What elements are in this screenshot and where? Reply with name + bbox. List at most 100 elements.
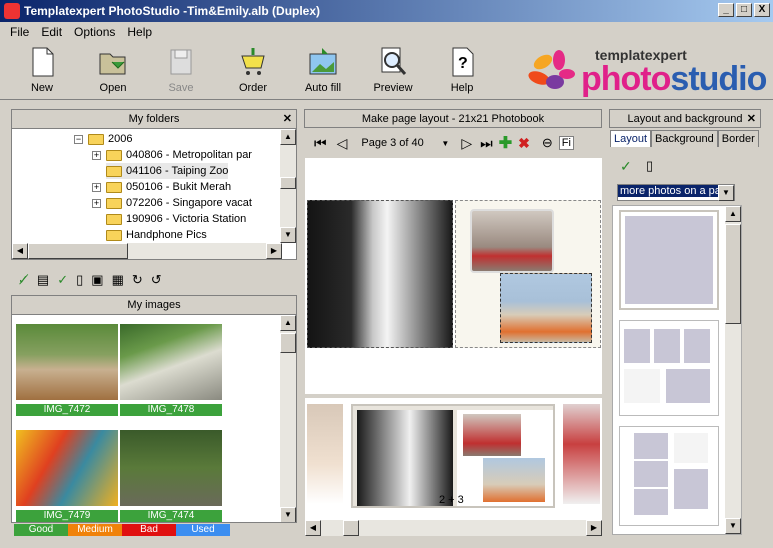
scroll-right-icon[interactable]: ▶ <box>266 243 282 259</box>
folder-icon <box>106 213 122 225</box>
dropdown-arrow-icon[interactable]: ▼ <box>718 185 734 201</box>
menu-edit[interactable]: Edit <box>35 25 68 39</box>
magnifier-icon <box>378 46 408 78</box>
page-select[interactable]: Page 3 of 40 <box>361 137 441 149</box>
collapse-toggle[interactable]: − <box>74 134 83 144</box>
scroll-down-icon[interactable]: ▼ <box>725 518 741 534</box>
autofill-button[interactable]: Auto fill <box>293 46 353 94</box>
open-button[interactable]: Open <box>83 46 143 94</box>
tab-border[interactable]: Border <box>717 130 759 147</box>
photostudio-logo: templatexpert photostudio <box>525 44 767 100</box>
scroll-right-icon[interactable]: ▶ <box>586 520 602 536</box>
scroll-thumb[interactable] <box>343 520 359 536</box>
apply-check-icon[interactable]: ✓ <box>620 158 632 175</box>
right-page-photo-bottom[interactable] <box>500 273 592 343</box>
image-thumb[interactable]: IMG_7478 <box>120 324 222 416</box>
zoom-out-icon[interactable]: ⊖ <box>542 135 553 151</box>
template-option[interactable] <box>619 210 719 310</box>
filmstrip-icon[interactable]: ▦ <box>112 272 124 288</box>
scroll-up-icon[interactable]: ▲ <box>725 206 741 222</box>
dropdown-arrow-icon[interactable]: ▼ <box>441 139 449 148</box>
folders-close-icon[interactable]: ✕ <box>283 110 292 129</box>
scroll-down-icon[interactable]: ▼ <box>280 507 296 522</box>
folder-icon <box>106 165 122 177</box>
template-option[interactable] <box>619 426 719 526</box>
quality-legend: Good Medium Bad Used <box>14 524 230 536</box>
tree-item[interactable]: +050106 - Bukit Merah <box>92 179 231 195</box>
templates-vscroll[interactable]: ▲ ▼ <box>725 206 741 534</box>
tree-item[interactable]: Handphone Pics <box>106 227 207 243</box>
tab-background[interactable]: Background <box>651 130 718 147</box>
maximize-button[interactable]: □ <box>736 3 752 17</box>
filmstrip-hscroll[interactable]: ◀ ▶ <box>305 520 602 536</box>
filmstrip-current-spread[interactable] <box>351 404 555 508</box>
save-disk-icon <box>166 46 196 78</box>
save-button[interactable]: Save <box>151 46 211 94</box>
next-page-icon[interactable]: ▷ <box>461 135 472 152</box>
photo <box>120 430 222 506</box>
new-button[interactable]: New <box>12 46 72 94</box>
tree-item-selected[interactable]: 041106 - Taiping Zoo <box>106 163 229 179</box>
first-page-icon[interactable]: ⏮ <box>314 135 327 152</box>
expand-toggle[interactable]: + <box>92 150 101 160</box>
scroll-up-icon[interactable]: ▲ <box>280 315 296 331</box>
tab-layout[interactable]: Layout <box>610 130 652 147</box>
rotate-left-icon[interactable]: ↺ <box>151 272 162 288</box>
layout-dropdown[interactable]: more photos on a pa ▼ <box>617 184 735 201</box>
tree-item-2006[interactable]: −2006 <box>74 131 132 147</box>
scroll-up-icon[interactable]: ▲ <box>280 129 296 145</box>
images-vscroll[interactable]: ▲ ▼ <box>280 315 296 522</box>
folder-icon <box>106 229 122 241</box>
tree-item[interactable]: +072206 - Singapore vacat <box>92 195 252 211</box>
rotate-right-icon[interactable]: ↻ <box>132 272 143 288</box>
right-page-photo-top[interactable] <box>470 209 554 273</box>
prev-page-icon[interactable]: ◁ <box>337 135 348 152</box>
right-page[interactable] <box>455 200 601 348</box>
minimize-button[interactable]: _ <box>718 3 734 17</box>
list-icon[interactable]: ▤ <box>37 272 49 288</box>
scroll-thumb[interactable] <box>280 333 296 353</box>
shopping-cart-icon <box>238 46 268 78</box>
preview-button[interactable]: Preview <box>363 46 423 94</box>
image-thumb[interactable]: IMG_7479 <box>16 430 118 522</box>
filmstrip-page[interactable] <box>563 404 600 504</box>
add-page-icon[interactable]: ✚ <box>499 133 512 153</box>
title-bar: Templatexpert PhotoStudio -Tim&Emily.alb… <box>0 0 773 22</box>
folders-vscroll[interactable]: ▲ ▼ <box>280 129 296 243</box>
scroll-down-icon[interactable]: ▼ <box>280 227 296 243</box>
left-page-photo[interactable] <box>307 200 453 348</box>
last-page-icon[interactable]: ⏭ <box>480 135 493 152</box>
menu-help[interactable]: Help <box>121 25 158 39</box>
expand-toggle[interactable]: + <box>92 182 101 192</box>
rate-icon[interactable]: ✓̸ <box>18 272 29 288</box>
expand-toggle[interactable]: + <box>92 198 101 208</box>
image-thumb[interactable]: IMG_7472 <box>16 324 118 416</box>
check-icon[interactable]: ✓ <box>57 272 68 288</box>
page-icon[interactable]: ▯ <box>76 272 83 288</box>
scroll-left-icon[interactable]: ◀ <box>12 243 28 259</box>
scroll-left-icon[interactable]: ◀ <box>305 520 321 536</box>
scroll-thumb[interactable] <box>725 224 741 324</box>
menu-options[interactable]: Options <box>68 25 121 39</box>
close-button[interactable]: X <box>754 3 770 17</box>
zoom-select[interactable]: Fi <box>558 136 574 150</box>
folders-hscroll[interactable]: ◀ ▶ <box>12 243 282 259</box>
help-button[interactable]: ? Help <box>432 46 492 94</box>
layout-header: Make page layout - 21x21 Photobook <box>304 109 602 129</box>
new-document-icon <box>27 46 57 78</box>
order-button[interactable]: Order <box>223 46 283 94</box>
delete-page-icon[interactable]: ✖ <box>518 135 530 152</box>
image-thumb[interactable]: IMG_7474 <box>120 430 222 522</box>
page-canvas[interactable] <box>305 158 602 394</box>
page-settings-icon[interactable]: ▯ <box>646 158 653 174</box>
tree-item[interactable]: +040806 - Metropolitan par <box>92 147 252 163</box>
scroll-thumb[interactable] <box>28 243 128 259</box>
tree-item[interactable]: 190906 - Victoria Station <box>106 211 246 227</box>
menu-file[interactable]: File <box>4 25 35 39</box>
right-panel-close-icon[interactable]: ✕ <box>747 110 756 129</box>
photo <box>16 430 118 506</box>
select-frame-icon[interactable]: ▣ <box>91 272 103 288</box>
filmstrip-page[interactable] <box>307 404 343 504</box>
template-option[interactable] <box>619 320 719 416</box>
scroll-thumb[interactable] <box>280 177 296 189</box>
